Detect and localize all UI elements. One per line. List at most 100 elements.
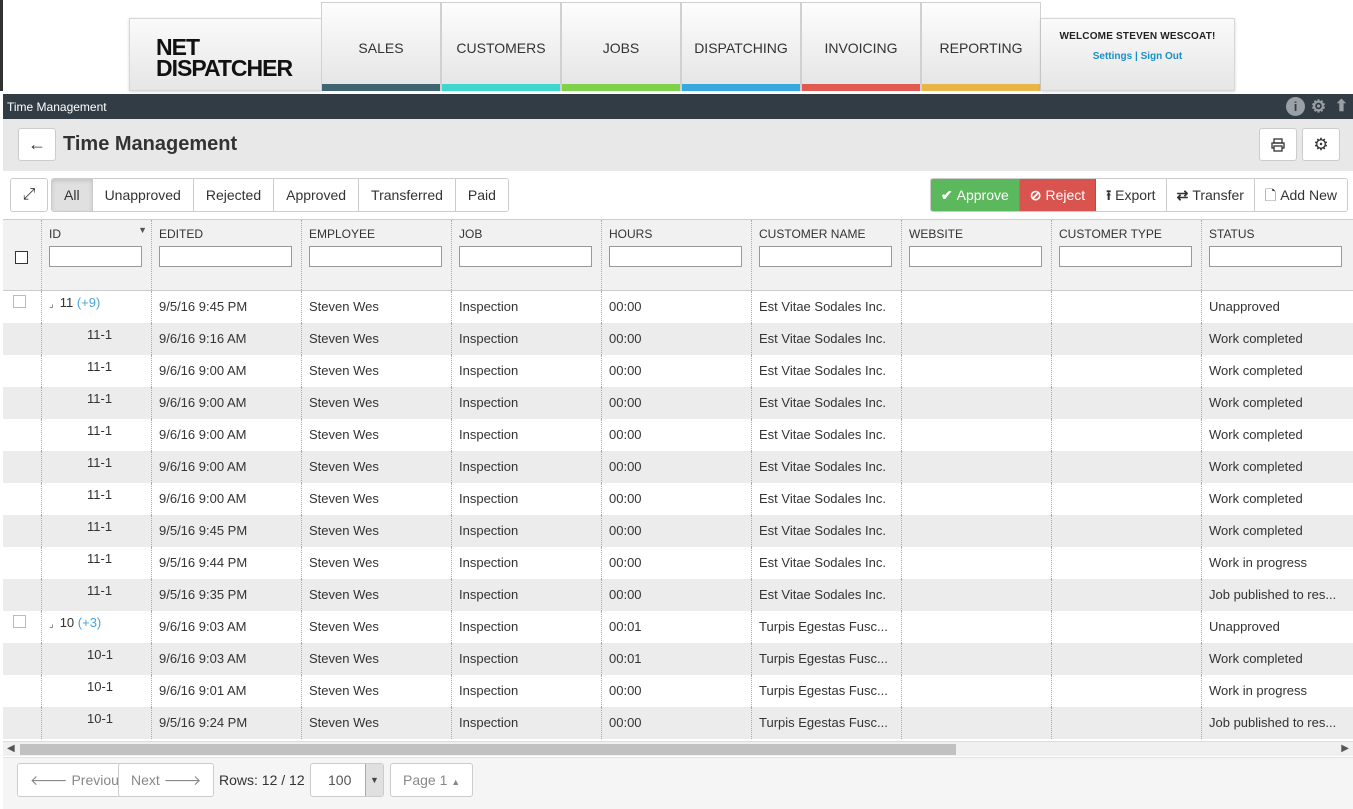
table-row[interactable]: 11-1 9/6/16 9:00 AM Steven Wes Inspection 00… [3, 387, 1353, 419]
group-count[interactable]: (+9) [77, 295, 100, 310]
filter-rejected[interactable]: Rejected [193, 179, 275, 211]
filter-customer-type-input[interactable] [1059, 246, 1192, 267]
upload-icon: ⭱ [1106, 187, 1112, 203]
nav-tab-color-bar [682, 84, 800, 91]
filter-approved[interactable]: Approved [274, 179, 360, 211]
row-checkbox[interactable] [13, 615, 26, 628]
filter-edited-input[interactable] [159, 246, 292, 267]
header-website[interactable]: WEBSITE [902, 220, 1052, 290]
nav-tab-dispatching[interactable]: DISPATCHING [681, 2, 801, 91]
group-count[interactable]: (+3) [78, 615, 101, 630]
filter-transferred[interactable]: Transferred [359, 179, 456, 211]
cell-customer-type [1052, 387, 1202, 419]
table-row[interactable]: 11-1 9/6/16 9:00 AM Steven Wes Inspection 00… [3, 419, 1353, 451]
header-edited[interactable]: EDITED [152, 220, 302, 290]
table-row[interactable]: 11-1 9/6/16 9:00 AM Steven Wes Inspection 00… [3, 483, 1353, 515]
approve-label: Approve [956, 187, 1009, 203]
cell-status: Work completed [1209, 491, 1303, 506]
collapse-icon[interactable]: ⌟ [49, 299, 54, 310]
cell-status: Work completed [1209, 363, 1303, 378]
nav-tab-reporting[interactable]: REPORTING [921, 2, 1041, 91]
header-hours[interactable]: HOURS [602, 220, 752, 290]
nav-tab-jobs[interactable]: JOBS [561, 2, 681, 91]
logo-container[interactable]: NET DISPATCHER [129, 18, 322, 91]
table-row[interactable]: 11-1 9/6/16 9:00 AM Steven Wes Inspection 00… [3, 451, 1353, 483]
cell-customer-name: Est Vitae Sodales Inc. [752, 419, 902, 451]
nav-tab-invoicing[interactable]: INVOICING [801, 2, 921, 91]
scroll-right-icon[interactable]: ▶ [1341, 743, 1349, 754]
scrollbar-thumb[interactable] [20, 744, 956, 755]
filter-employee-input[interactable] [309, 246, 442, 267]
cell-website [902, 643, 1052, 675]
filter-customer-name-input[interactable] [759, 246, 892, 267]
row-checkbox[interactable] [13, 295, 26, 308]
header-status[interactable]: STATUS [1202, 220, 1353, 290]
transfer-button[interactable]: ⇄ Transfer [1166, 179, 1255, 211]
filter-all[interactable]: All [52, 179, 93, 211]
table-row[interactable]: 11-1 9/5/16 9:35 PM Steven Wes Inspection 00… [3, 579, 1353, 611]
page-settings-button[interactable]: ⚙ [1302, 128, 1340, 161]
info-icon[interactable]: i [1286, 97, 1305, 116]
filter-paid[interactable]: Paid [455, 179, 508, 211]
back-button[interactable]: ← [18, 128, 56, 161]
scroll-left-icon[interactable]: ◀ [7, 743, 15, 754]
cell-status: Work completed [1209, 651, 1303, 666]
table-row[interactable]: 10-1 9/6/16 9:01 AM Steven Wes Inspection 00… [3, 675, 1353, 707]
column-label: CUSTOMER TYPE [1059, 227, 1162, 241]
table-row[interactable]: 10-1 9/6/16 9:03 AM Steven Wes Inspection 00… [3, 643, 1353, 675]
reject-button[interactable]: ⊘ Reject [1019, 179, 1097, 211]
filter-status-input[interactable] [1209, 246, 1342, 267]
grid-toolbar: ⤢ All Unapproved Rejected Approved Trans… [3, 171, 1353, 219]
cell-select [3, 451, 42, 483]
filter-website-input[interactable] [909, 246, 1042, 267]
table-row[interactable]: 11-1 9/5/16 9:44 PM Steven Wes Inspection 00… [3, 547, 1353, 579]
cell-hours: 00:00 [602, 579, 752, 611]
header-customer-name[interactable]: CUSTOMER NAME [752, 220, 902, 290]
cell-website [902, 675, 1052, 707]
cell-job: Inspection [452, 323, 602, 355]
cell-customer-type [1052, 483, 1202, 515]
add-new-button[interactable]: 🗋 Add New [1254, 179, 1347, 211]
next-button[interactable]: Next 🡒 [118, 763, 215, 797]
nav-tab-customers[interactable]: CUSTOMERS [441, 2, 561, 91]
table-row[interactable]: 11-1 9/6/16 9:00 AM Steven Wes Inspection 00… [3, 355, 1353, 387]
cell-id: 11-1 [42, 547, 152, 579]
table-row[interactable]: 11-1 9/6/16 9:16 AM Steven Wes Inspection 00… [3, 323, 1353, 355]
approve-button[interactable]: ✔ Approve [930, 179, 1020, 211]
horizontal-scrollbar[interactable]: ◀ ▶ [3, 741, 1353, 756]
gear-icon[interactable]: ⚙ [1309, 97, 1328, 116]
logo[interactable]: NET DISPATCHER [156, 36, 293, 80]
cell-customer-name: Est Vitae Sodales Inc. [752, 387, 902, 419]
expand-button[interactable]: ⤢ [10, 178, 48, 212]
cell-customer-name: Turpis Egestas Fusc... [752, 611, 902, 643]
cell-customer-name: Est Vitae Sodales Inc. [752, 291, 902, 323]
filter-hours-input[interactable] [609, 246, 742, 267]
chevron-down-icon[interactable]: ▼ [365, 764, 383, 796]
cell-employee: Steven Wes [302, 355, 452, 387]
page-dropdown[interactable]: Page 1 ▲ [390, 763, 474, 797]
export-button[interactable]: ⭱ Export [1096, 179, 1167, 211]
settings-link[interactable]: Settings [1093, 51, 1132, 62]
header-id[interactable]: ID ▼ [42, 220, 152, 290]
cell-select [3, 579, 42, 611]
header-employee[interactable]: EMPLOYEE [302, 220, 452, 290]
page-title: Time Management [63, 133, 238, 155]
header-customer-type[interactable]: CUSTOMER TYPE [1052, 220, 1202, 290]
filter-id-input[interactable] [49, 246, 142, 267]
cell-employee: Steven Wes [302, 419, 452, 451]
table-row[interactable]: 11-1 9/5/16 9:45 PM Steven Wes Inspection 00… [3, 515, 1353, 547]
filter-unapproved[interactable]: Unapproved [92, 179, 194, 211]
link-separator: | [1134, 51, 1138, 62]
collapse-icon[interactable]: ⌟ [49, 619, 54, 630]
print-button[interactable] [1259, 128, 1297, 161]
filter-job-input[interactable] [459, 246, 592, 267]
header-job[interactable]: JOB [452, 220, 602, 290]
table-group-row[interactable]: ⌟ 10 (+3) 9/6/16 9:03 AM Steven Wes Inspecti… [3, 611, 1353, 643]
table-group-row[interactable]: ⌟ 11 (+9) 9/5/16 9:45 PM Steven Wes Inspecti… [3, 291, 1353, 323]
arrow-up-icon[interactable]: ⬆ [1332, 97, 1351, 116]
nav-tab-sales[interactable]: SALES [321, 2, 441, 91]
sign-out-link[interactable]: Sign Out [1141, 51, 1183, 62]
select-all-checkbox[interactable] [15, 251, 28, 264]
table-row[interactable]: 10-1 9/5/16 9:24 PM Steven Wes Inspection 00… [3, 707, 1353, 739]
page-size-select[interactable]: 100 ▼ [310, 763, 384, 797]
